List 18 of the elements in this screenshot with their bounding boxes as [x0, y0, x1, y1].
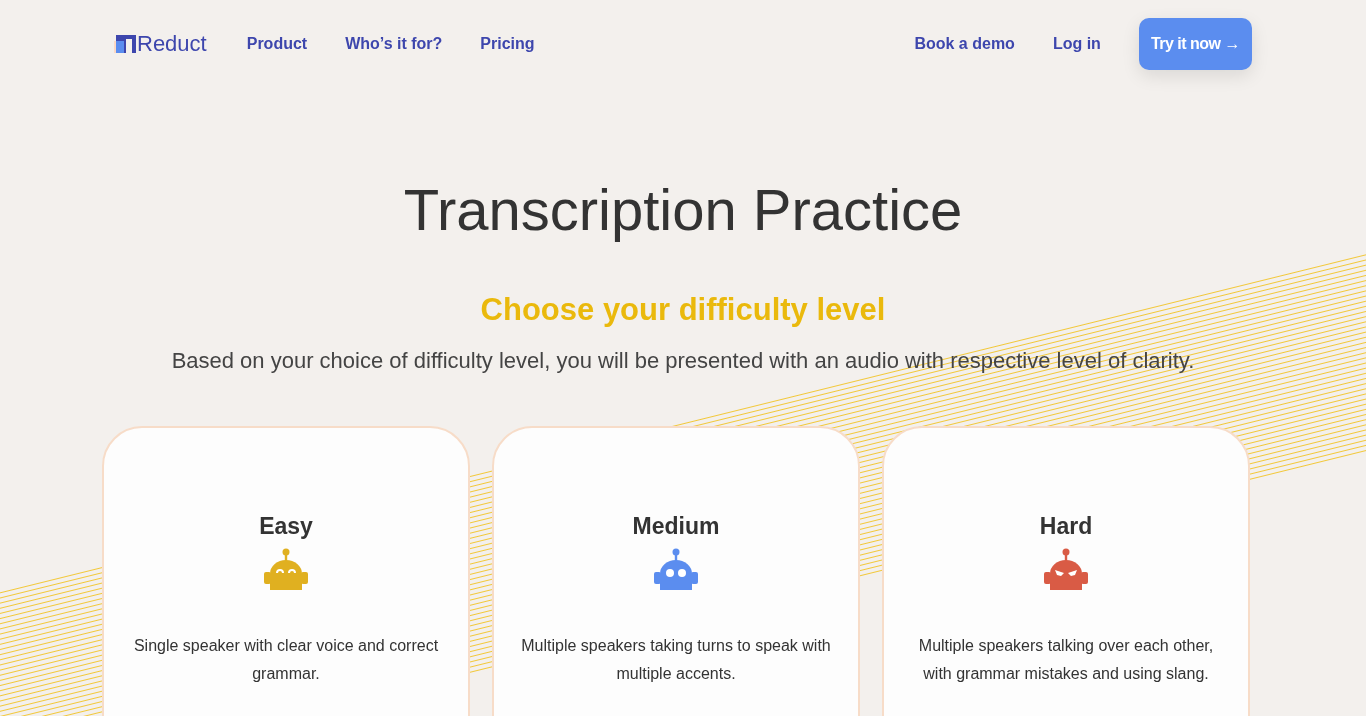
card-description: Multiple speakers taking turns to speak with multiple accents. — [520, 636, 832, 684]
difficulty-card[interactable]: Easy Single speaker with clear voice and correct grammar. — [102, 426, 470, 716]
card-description: Single speaker with clear voice and correct grammar. — [132, 636, 440, 684]
page-title: Transcription Practice — [402, 178, 964, 242]
nav-link[interactable]: Log in — [1052, 35, 1101, 53]
nav-link[interactable]: Book a demo — [914, 35, 1015, 53]
logo-link[interactable]: Reduct — [114, 31, 207, 57]
section-subtitle: Choose your difficulty level — [479, 292, 887, 328]
card-description: Multiple speakers talking over each other, with grammar mistakes and using slang. — [917, 636, 1215, 684]
card-title: Easy — [259, 512, 313, 540]
difficulty-card[interactable]: Medium Multiple speakers taking turns to speak with multiple accents. — [492, 426, 860, 716]
card-title: Hard — [1039, 512, 1093, 540]
nav-link[interactable]: Product — [246, 35, 308, 53]
nav-link[interactable]: Who’s it for? — [345, 35, 443, 53]
difficulty-card[interactable]: Hard Multiple speakers talking over each other, with grammar mistakes and using slang. — [882, 426, 1250, 716]
nav-link[interactable]: Pricing — [480, 35, 535, 53]
card-title: Medium — [632, 512, 720, 540]
logo-icon — [114, 33, 136, 55]
